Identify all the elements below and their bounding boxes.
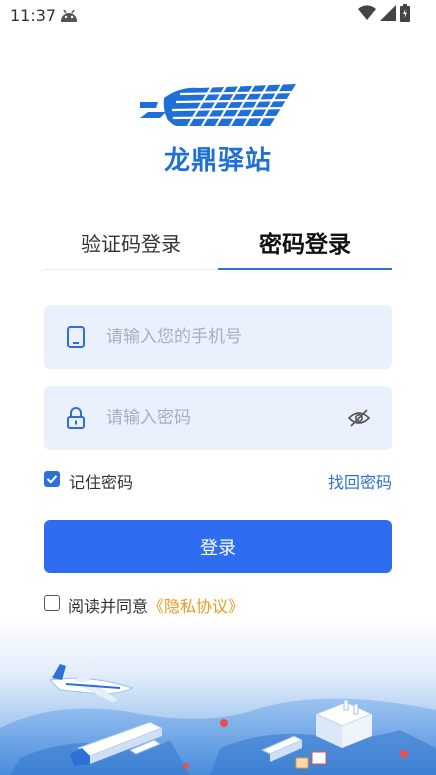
eye-hidden-icon[interactable] — [347, 408, 371, 428]
remember-row: 记住密码 找回密码 — [44, 468, 392, 492]
status-bar: 11:37 — [0, 0, 436, 30]
status-icons — [358, 4, 410, 26]
privacy-policy-link[interactable]: 《隐私协议》 — [148, 597, 244, 616]
agreement-checkbox[interactable] — [44, 595, 60, 611]
agreement-label: 阅读并同意 — [68, 597, 149, 616]
phone-icon — [66, 325, 86, 349]
android-icon — [60, 7, 78, 23]
brand-logo — [140, 80, 300, 130]
agreement-row: 阅读并同意《隐私协议》 — [44, 591, 392, 617]
forgot-password-link[interactable]: 找回密码 — [328, 469, 392, 493]
battery-icon — [400, 4, 410, 26]
password-input[interactable] — [106, 408, 326, 428]
remember-checkbox[interactable] — [44, 471, 60, 487]
login-button[interactable]: 登录 — [44, 520, 392, 573]
tab-sms-login[interactable]: 验证码登录 — [44, 214, 218, 270]
password-field — [44, 386, 392, 450]
brand-name: 龙鼎驿站 — [163, 146, 272, 176]
logistics-illustration — [0, 618, 436, 775]
signal-icon — [380, 5, 396, 25]
active-tab-indicator — [218, 268, 392, 270]
login-tabs: 验证码登录 密码登录 — [44, 214, 392, 270]
status-time: 11:37 — [10, 6, 57, 25]
phone-field — [44, 305, 392, 369]
wifi-icon — [358, 5, 376, 25]
phone-input[interactable] — [106, 327, 326, 347]
lock-icon — [66, 406, 86, 430]
remember-label: 记住密码 — [69, 473, 134, 492]
tab-password-login[interactable]: 密码登录 — [218, 214, 392, 270]
agreement-text: 阅读并同意《隐私协议》 — [68, 593, 244, 617]
